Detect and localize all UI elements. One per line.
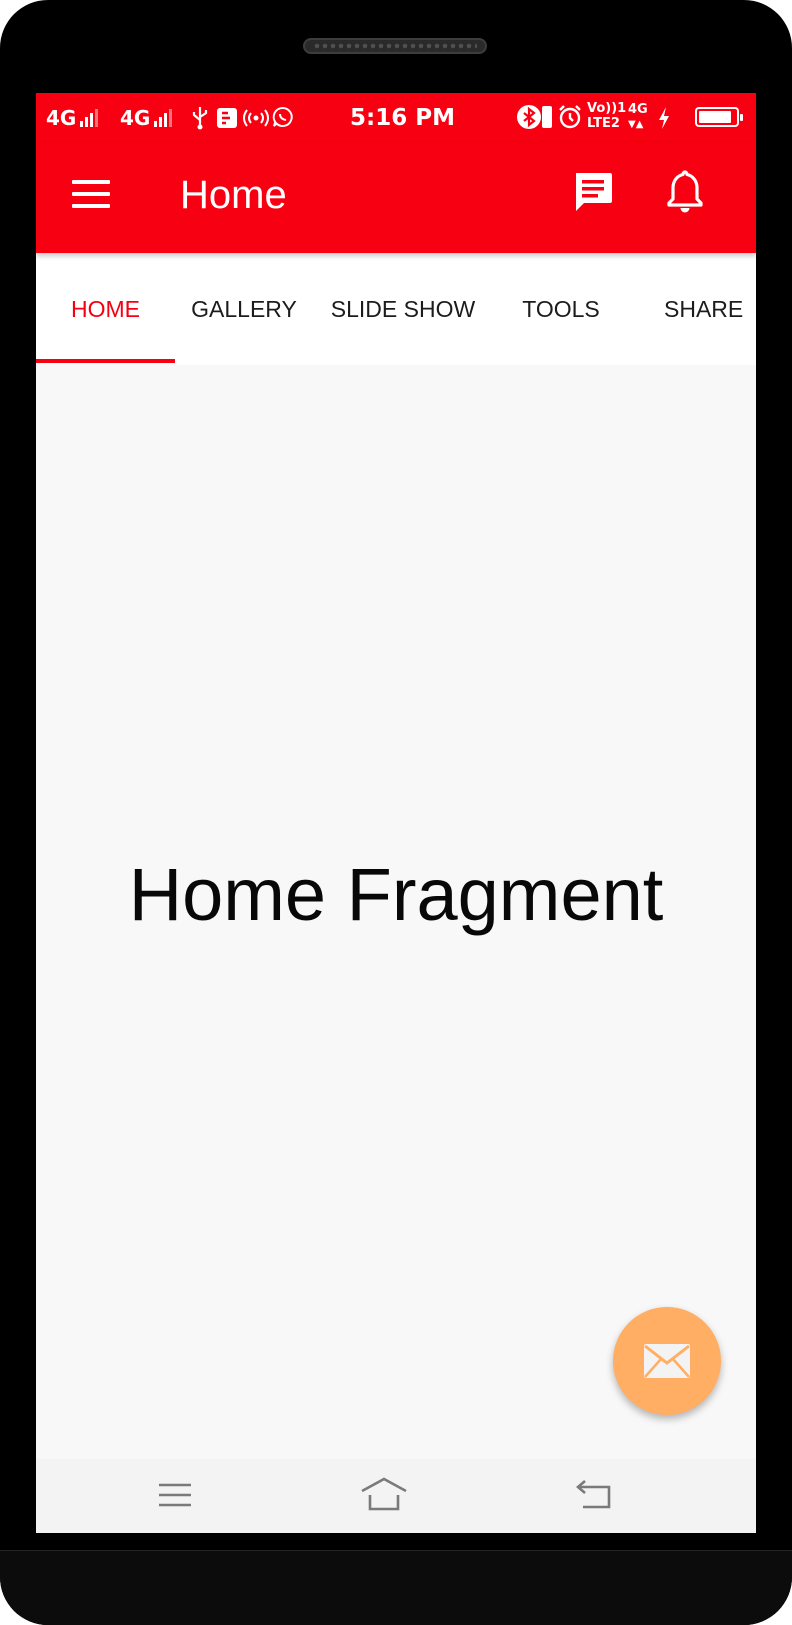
hotspot-icon <box>243 109 269 127</box>
home-icon[interactable] <box>359 1475 409 1515</box>
fragment-content: Home Fragment <box>36 365 756 1459</box>
notification-bell-icon[interactable] <box>666 169 704 215</box>
tab-label: GALLERY <box>191 296 297 322</box>
sim2-network-label: 4G <box>120 106 151 130</box>
mail-fab-button[interactable] <box>613 1307 721 1415</box>
signal-icon <box>154 109 173 127</box>
phone-chin <box>0 1550 792 1625</box>
chat-icon[interactable] <box>572 171 614 215</box>
toolbar-title: Home <box>180 173 287 217</box>
tab-slide-show[interactable]: SLIDE SHOW <box>313 253 493 365</box>
phone-frame: 4G 4G 5:16 PM Vo))1 LTE2 4G ▼▲ Home HOME… <box>0 0 792 1625</box>
whatsapp-icon <box>272 106 293 127</box>
usb-icon <box>192 107 208 130</box>
sim2-status: 4G <box>120 106 173 130</box>
sim1-network-label: 4G <box>46 106 77 130</box>
tab-label: HOME <box>71 296 140 322</box>
notification-icon <box>217 108 237 128</box>
app-toolbar: Home <box>36 143 756 253</box>
tab-home[interactable]: HOME <box>36 253 175 365</box>
system-nav-bar <box>36 1459 756 1533</box>
volte-indicator: Vo))1 LTE2 <box>587 101 627 131</box>
recent-apps-icon[interactable] <box>153 1475 197 1515</box>
tab-label: SLIDE SHOW <box>330 296 476 322</box>
sim1-status: 4G <box>46 106 99 130</box>
lte-label: LTE2 <box>587 116 620 131</box>
phone-screen: 4G 4G 5:16 PM Vo))1 LTE2 4G ▼▲ Home HOME… <box>36 93 756 1533</box>
status-time: 5:16 PM <box>350 105 455 131</box>
fragment-label: Home Fragment <box>128 853 664 936</box>
status-bar: 4G 4G 5:16 PM Vo))1 LTE2 4G ▼▲ <box>36 93 756 143</box>
bluetooth-icon <box>517 105 541 129</box>
tab-bar: HOME GALLERY SLIDE SHOW TOOLS SHARE <box>36 253 756 365</box>
tab-label: SHARE <box>664 296 744 322</box>
signal-icon <box>80 109 99 127</box>
alarm-icon <box>559 105 581 129</box>
vibrate-icon <box>542 106 552 128</box>
tab-share[interactable]: SHARE <box>664 253 743 365</box>
charging-icon <box>659 107 669 129</box>
data-network-label: 4G <box>628 102 648 117</box>
tab-label: TOOLS <box>522 296 600 322</box>
data-indicator: 4G ▼▲ <box>628 102 648 130</box>
mail-icon <box>644 1344 690 1378</box>
back-icon[interactable] <box>573 1475 617 1515</box>
volte-label: Vo))1 <box>587 101 627 116</box>
tab-indicator <box>36 359 175 363</box>
tab-gallery[interactable]: GALLERY <box>175 253 313 365</box>
menu-icon[interactable] <box>72 175 110 213</box>
earpiece-speaker <box>303 38 487 54</box>
battery-icon <box>695 107 743 127</box>
tab-tools[interactable]: TOOLS <box>493 253 629 365</box>
